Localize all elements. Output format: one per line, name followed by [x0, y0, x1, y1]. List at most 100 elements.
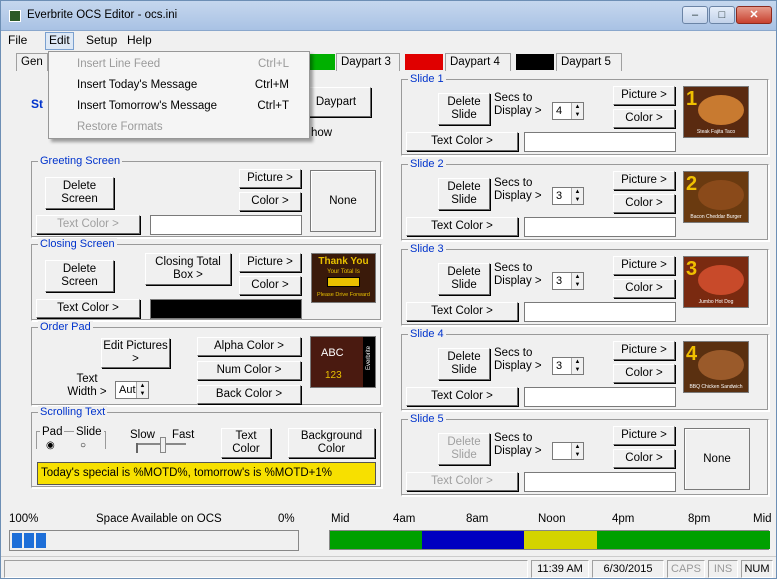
slide-color-button[interactable]: Color > — [613, 449, 675, 468]
slide-picture-button[interactable]: Picture > — [613, 426, 675, 445]
alpha-color-button[interactable]: Alpha Color > — [197, 337, 301, 356]
spinner-arrows-icon[interactable]: ▲ ▼ — [571, 103, 583, 119]
status-num: NUM — [741, 560, 773, 578]
slide-text-input[interactable] — [524, 217, 676, 237]
slide-caption: Jumbo Hot Dog — [698, 299, 734, 305]
slide-text-input[interactable] — [524, 132, 676, 152]
timeline-label: 4pm — [612, 513, 635, 525]
slide-text-color-button[interactable]: Text Color > — [406, 132, 518, 151]
slide-text-input[interactable] — [524, 472, 676, 492]
slide-panel: Slide 2 Delete Slide Secs to Display >3 ▲ ▼ P… — [401, 158, 769, 241]
order-pad-title: Order Pad — [38, 321, 93, 333]
slide-text-color-button[interactable]: Text Color > — [406, 472, 518, 491]
slide-text-color-button[interactable]: Text Color > — [406, 387, 518, 406]
closing-delete-button[interactable]: Delete Screen — [45, 260, 114, 292]
maximize-button[interactable]: □ — [709, 6, 735, 24]
edit-menu-item[interactable]: Insert Tomorrow's Message Ctrl+T — [77, 96, 307, 116]
speed-slider-thumb[interactable] — [160, 437, 166, 453]
greeting-text-color-button[interactable]: Text Color > — [36, 215, 140, 234]
spinner-arrows-icon[interactable]: ▲ ▼ — [571, 358, 583, 374]
slide-radio[interactable]: ○ — [80, 439, 86, 452]
show-label-fragment: how — [311, 127, 333, 139]
timeline-label: 8am — [466, 513, 489, 525]
timeline-segment[interactable] — [422, 531, 524, 549]
scrolling-text-color-button[interactable]: Text Color — [221, 428, 271, 458]
order-pad-preview: ABC 123 Everbrite — [310, 336, 376, 388]
slide-number: 1 — [686, 88, 698, 110]
slide-picture-button[interactable]: Picture > — [613, 86, 675, 105]
speed-slider-tick-left — [136, 443, 138, 453]
pad-radio[interactable]: ◉ — [46, 439, 55, 452]
delete-slide-button[interactable]: Delete Slide — [438, 263, 490, 295]
scrolling-text-panel: Scrolling Text Pad Slide ◉ ○ Slow Fast T… — [31, 406, 382, 488]
secs-spinner[interactable]: 3 ▲ ▼ — [552, 187, 584, 205]
menu-setup[interactable]: Setup — [83, 33, 120, 47]
slide-text-color-button[interactable]: Text Color > — [406, 217, 518, 236]
delete-slide-button[interactable]: Delete Slide — [438, 93, 490, 125]
delete-slide-button[interactable]: Delete Slide — [438, 433, 490, 465]
slide-text-color-button[interactable]: Text Color > — [406, 302, 518, 321]
slide-caption: BBQ Chicken Sandwich — [689, 384, 743, 390]
closing-text-color-button[interactable]: Text Color > — [36, 299, 140, 318]
spinner-arrows-icon[interactable]: ▲ ▼ — [136, 382, 148, 398]
closing-color-button[interactable]: Color > — [239, 276, 301, 295]
daypart-timeline[interactable] — [329, 530, 770, 550]
slide-text-input[interactable] — [524, 302, 676, 322]
greeting-text-input[interactable] — [150, 215, 302, 235]
delete-slide-button[interactable]: Delete Slide — [438, 348, 490, 380]
spinner-arrows-icon[interactable]: ▲ ▼ — [571, 443, 583, 459]
delete-slide-button[interactable]: Delete Slide — [438, 178, 490, 210]
slide-color-button[interactable]: Color > — [613, 109, 675, 128]
greeting-color-button[interactable]: Color > — [239, 192, 301, 211]
space-progress-bar — [9, 530, 299, 551]
slide-number: 3 — [686, 258, 698, 280]
secs-spinner[interactable]: 3 ▲ ▼ — [552, 272, 584, 290]
slide-color-button[interactable]: Color > — [613, 364, 675, 383]
slide-text-input[interactable] — [524, 387, 676, 407]
slide-number: 4 — [686, 343, 698, 365]
spinner-arrows-icon[interactable]: ▲ ▼ — [571, 188, 583, 204]
menu-edit[interactable]: Edit — [45, 32, 74, 50]
background-color-button[interactable]: Background Color — [288, 428, 375, 458]
greeting-delete-button[interactable]: Delete Screen — [45, 177, 114, 209]
edit-menu-item[interactable]: Insert Today's Message Ctrl+M — [77, 75, 307, 95]
scrolling-message-input[interactable]: Today's special is %MOTD%, tomorrow's is… — [37, 462, 376, 485]
edit-menu-item[interactable]: Restore Formats — [77, 117, 307, 137]
tab-daypart-4[interactable]: Daypart 4 — [445, 53, 511, 71]
secs-spinner[interactable]: 4 ▲ ▼ — [552, 102, 584, 120]
back-color-button[interactable]: Back Color > — [197, 385, 301, 404]
timeline-segment[interactable] — [330, 531, 422, 549]
daypart-button[interactable]: Daypart — [301, 87, 371, 117]
status-ins: INS — [708, 560, 738, 578]
greeting-screen-title: Greeting Screen — [38, 155, 123, 167]
num-color-button[interactable]: Num Color > — [197, 361, 301, 380]
greeting-picture-button[interactable]: Picture > — [239, 169, 301, 188]
slide-picture-button[interactable]: Picture > — [613, 256, 675, 275]
close-button[interactable]: ✕ — [736, 6, 772, 24]
edit-pictures-button[interactable]: Edit Pictures > — [101, 338, 170, 368]
minimize-button[interactable]: – — [682, 6, 708, 24]
tab-general[interactable]: Gen — [16, 53, 48, 71]
slide-color-button[interactable]: Color > — [613, 279, 675, 298]
slide-picture-button[interactable]: Picture > — [613, 171, 675, 190]
menu-help[interactable]: Help — [124, 33, 155, 47]
menu-file[interactable]: File — [5, 33, 30, 47]
timeline-segment[interactable] — [524, 531, 597, 549]
progress-block — [24, 533, 34, 548]
secs-value: 3 — [556, 360, 563, 372]
closing-total-box-button[interactable]: Closing Total Box > — [145, 253, 231, 285]
timeline-segment[interactable] — [597, 531, 770, 549]
secs-spinner[interactable]: ▲ ▼ — [552, 442, 584, 460]
tab-daypart-3[interactable]: Daypart 3 — [336, 53, 400, 71]
closing-text-input[interactable] — [150, 299, 302, 319]
secs-spinner[interactable]: 3 ▲ ▼ — [552, 357, 584, 375]
closing-picture-button[interactable]: Picture > — [239, 253, 301, 272]
spinner-arrows-icon[interactable]: ▲ ▼ — [571, 273, 583, 289]
slide-color-button[interactable]: Color > — [613, 194, 675, 213]
slide-picture-button[interactable]: Picture > — [613, 341, 675, 360]
tab-daypart-5[interactable]: Daypart 5 — [556, 53, 622, 71]
status-time: 11:39 AM — [531, 560, 589, 578]
text-width-spinner[interactable]: Auto ▲ ▼ — [115, 381, 149, 399]
greeting-screen-panel: Greeting Screen Delete Screen Picture > … — [31, 155, 382, 238]
edit-menu-item[interactable]: Insert Line Feed Ctrl+L — [77, 54, 307, 74]
